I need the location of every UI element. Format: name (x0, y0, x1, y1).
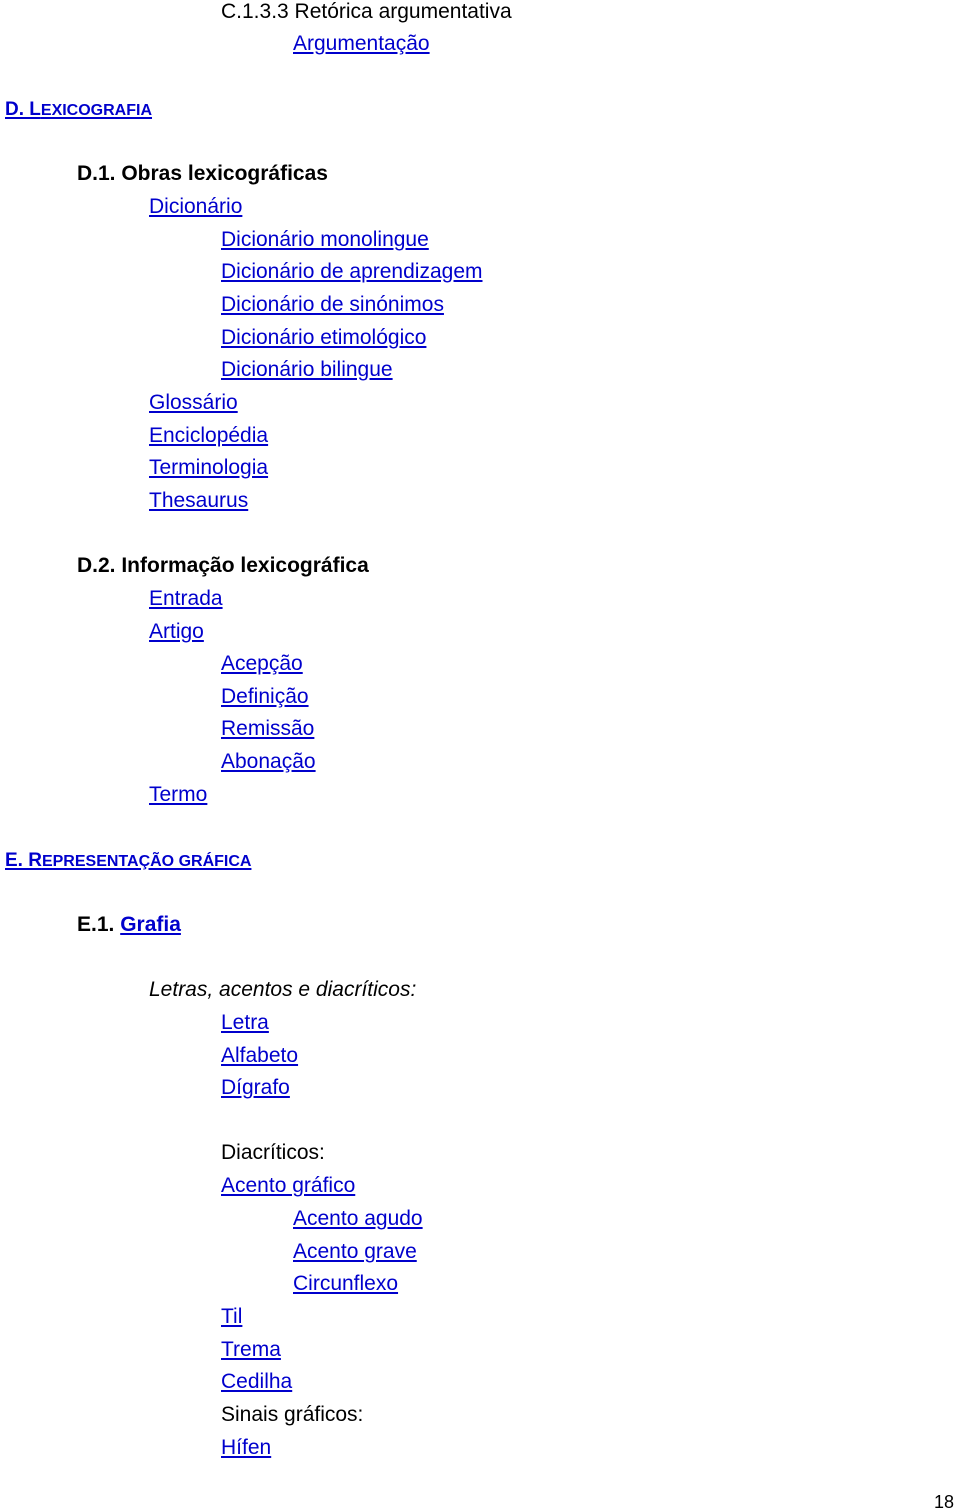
link-acento-agudo[interactable]: Acento agudo (293, 1207, 423, 1231)
link-abonacao[interactable]: Abonação (221, 750, 316, 774)
link-dicionario-aprendizagem[interactable]: Dicionário de aprendizagem (221, 260, 483, 284)
link-argumentacao[interactable]: Argumentação (293, 32, 430, 56)
link-definicao[interactable]: Definição (221, 685, 309, 709)
link-dicionario[interactable]: Dicionário (149, 195, 242, 219)
section-d-initial: D. L (5, 99, 41, 120)
section-e-rest: EPRESENTAÇÃO GRÁFICA (41, 853, 252, 870)
link-til[interactable]: Til (221, 1305, 242, 1329)
link-cedilha[interactable]: Cedilha (221, 1370, 292, 1394)
d2-title: D.2. Informação lexicográfica (77, 554, 369, 577)
link-acepcao[interactable]: Acepção (221, 652, 303, 676)
link-glossario[interactable]: Glossário (149, 391, 238, 415)
link-artigo[interactable]: Artigo (149, 620, 204, 644)
heading-retorica: C.1.3.3 Retórica argumentativa (221, 0, 512, 23)
link-dicionario-etimologico[interactable]: Dicionário etimológico (221, 326, 426, 350)
link-dicionario-monolingue[interactable]: Dicionário monolingue (221, 228, 429, 252)
section-d-title[interactable]: D. LEXICOGRAFIA (5, 97, 152, 123)
link-terminologia[interactable]: Terminologia (149, 456, 268, 480)
link-digrafo[interactable]: Dígrafo (221, 1076, 290, 1100)
link-thesaurus[interactable]: Thesaurus (149, 489, 248, 513)
section-e-title[interactable]: E. REPRESENTAÇÃO GRÁFICA (5, 848, 251, 874)
link-dicionario-sinonimos[interactable]: Dicionário de sinónimos (221, 293, 444, 317)
link-enciclopedia[interactable]: Enciclopédia (149, 424, 268, 448)
link-entrada[interactable]: Entrada (149, 587, 223, 611)
page-number: 18 (934, 1492, 955, 1512)
section-e-initial: E. R (5, 850, 42, 871)
letras-intro: Letras, acentos e diacríticos: (149, 978, 417, 1001)
d1-title: D.1. Obras lexicográficas (77, 162, 328, 185)
link-alfabeto[interactable]: Alfabeto (221, 1044, 298, 1068)
link-letra[interactable]: Letra (221, 1011, 269, 1035)
e1-prefix: E.1. (77, 913, 121, 936)
link-termo[interactable]: Termo (149, 783, 207, 807)
link-acento-grave[interactable]: Acento grave (293, 1240, 417, 1264)
link-trema[interactable]: Trema (221, 1338, 281, 1362)
link-dicionario-bilingue[interactable]: Dicionário bilingue (221, 358, 393, 382)
link-circunflexo[interactable]: Circunflexo (293, 1272, 398, 1296)
link-grafia[interactable]: Grafia (120, 913, 181, 936)
sinais-graficos-label: Sinais gráficos: (221, 1403, 364, 1426)
link-remissao[interactable]: Remissão (221, 717, 314, 741)
e1-title: E.1. Grafia (77, 913, 181, 937)
diacriticos-label: Diacríticos: (221, 1141, 325, 1164)
link-acento-grafico[interactable]: Acento gráfico (221, 1174, 355, 1198)
section-d-rest: EXICOGRAFIA (40, 102, 153, 119)
link-hifen[interactable]: Hífen (221, 1436, 271, 1460)
